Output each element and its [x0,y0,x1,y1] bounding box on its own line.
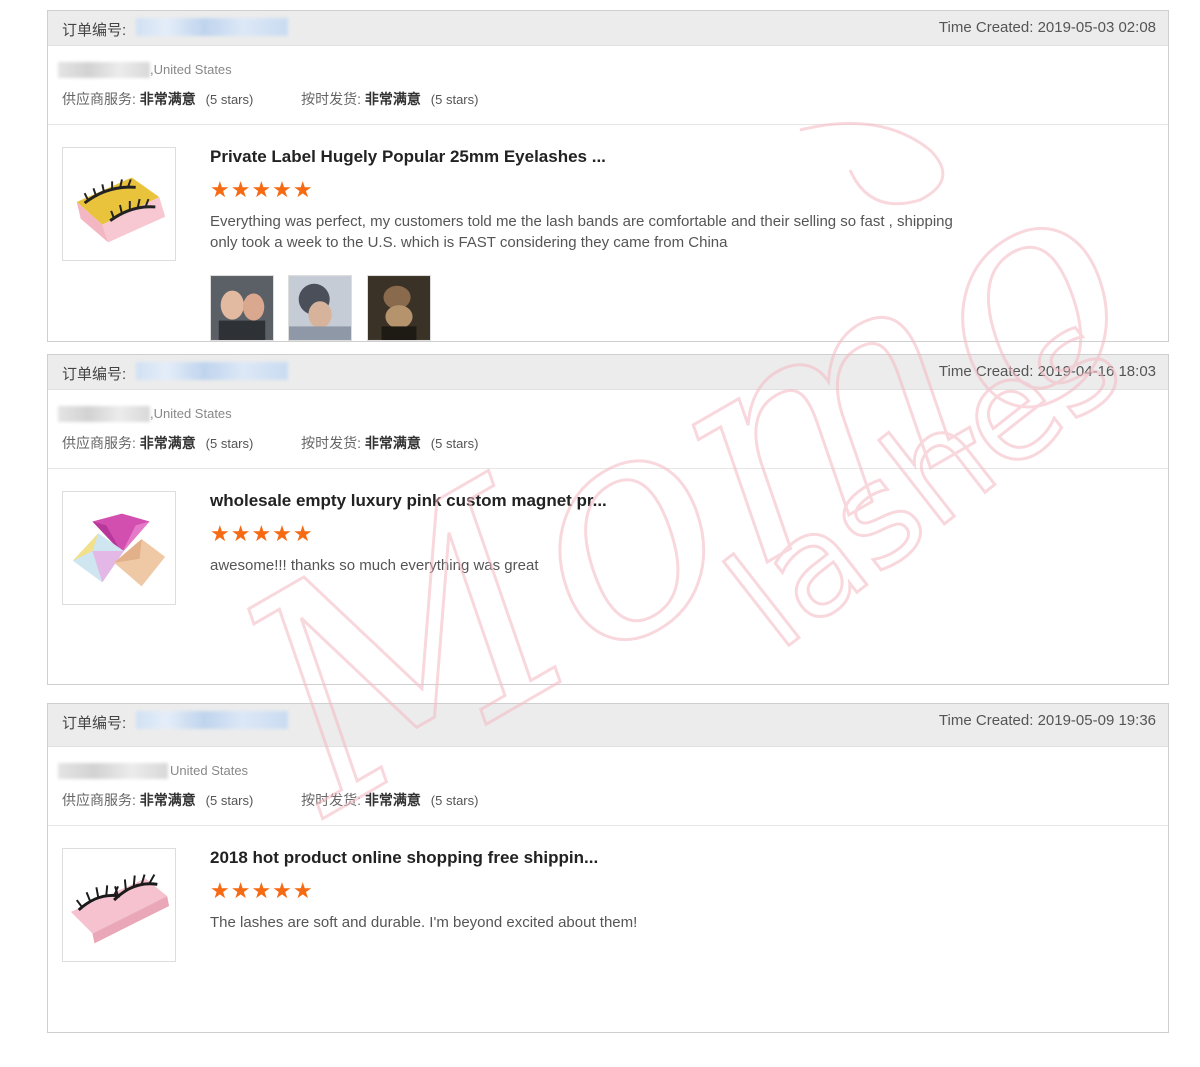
order-header: 订单编号: Time Created: 2019-04-16 18:03 [48,355,1168,390]
shipping-stars: (5 stars) [430,436,479,451]
seller-ratings: 供应商服务: 非常满意 (5 stars) 按时发货: 非常满意 (5 star… [62,433,478,453]
order-number-redacted [136,711,288,729]
shipping-value: 非常满意 [364,435,421,451]
review-card-2: 订单编号: Time Created: 2019-04-16 18:03 ,Un… [47,354,1169,685]
buyer-name-redacted [58,62,150,78]
supplier-service-value: 非常满意 [139,435,196,451]
supplier-service-label: 供应商服务: [62,435,136,451]
product-title-link[interactable]: Private Label Hugely Popular 25mm Eyelas… [210,147,606,167]
supplier-service-label: 供应商服务: [62,792,136,808]
rating-stars: ★★★★★ [210,878,314,903]
order-number-redacted [136,18,288,36]
seller-ratings: 供应商服务: 非常满意 (5 stars) 按时发货: 非常满意 (5 star… [62,790,478,810]
buyer-country: ,United States [150,62,232,77]
review-photos [210,275,441,341]
shipping-value: 非常满意 [364,91,421,107]
lash-box-gold-icon [76,177,166,243]
rating-stars: ★★★★★ [210,177,314,202]
time-created: Time Created: 2019-05-09 19:36 [938,712,1156,729]
shipping-stars: (5 stars) [430,793,479,808]
shipping-label: 按时发货: [301,792,362,808]
shipping-stars: (5 stars) [430,92,479,107]
selfie-photo-icon [211,276,273,340]
group-photo-icon [367,276,430,340]
buyer-country: ,United States [150,406,232,421]
buyer-name-redacted [58,763,168,779]
order-number-label: 订单编号: [62,715,127,732]
order-header: 订单编号: Time Created: 2019-05-09 19:36 [48,704,1168,747]
review-card-1: 订单编号: Time Created: 2019-05-03 02:08 ,Un… [47,10,1169,342]
car-selfie-photo-icon [289,276,352,340]
buyer-info: United States 供应商服务: 非常满意 (5 stars) 按时发货… [48,747,1168,826]
buyer-country: United States [170,763,249,778]
review-card-3: 订单编号: Time Created: 2019-05-09 19:36 Uni… [47,703,1169,1033]
review-photo-1[interactable] [210,275,274,341]
lash-box-pink-icon [70,874,170,944]
shipping-label: 按时发货: [301,435,362,451]
buyer-name-redacted [58,406,150,422]
order-number-label: 订单编号: [62,22,127,39]
supplier-service-label: 供应商服务: [62,91,136,107]
shipping-label: 按时发货: [301,91,362,107]
order-header: 订单编号: Time Created: 2019-05-03 02:08 [48,11,1168,46]
supplier-service-stars: (5 stars) [205,436,254,451]
review-text: Everything was perfect, my customers tol… [210,213,953,251]
order-number-redacted [136,362,288,380]
product-thumbnail[interactable] [62,147,176,261]
seller-ratings: 供应商服务: 非常满意 (5 stars) 按时发货: 非常满意 (5 star… [62,89,478,109]
buyer-info: ,United States 供应商服务: 非常满意 (5 stars) 按时发… [48,46,1168,125]
review-photo-2[interactable] [288,275,353,341]
review-text: awesome!!! thanks so much everything was… [210,557,539,574]
supplier-service-value: 非常满意 [139,792,196,808]
review-photo-3[interactable] [366,275,431,341]
supplier-service-stars: (5 stars) [205,92,254,107]
time-created: Time Created: 2019-05-03 02:08 [938,19,1156,36]
product-title-link[interactable]: wholesale empty luxury pink custom magne… [210,491,607,511]
buyer-info: ,United States 供应商服务: 非常满意 (5 stars) 按时发… [48,390,1168,469]
shipping-value: 非常满意 [364,792,421,808]
review-text: The lashes are soft and durable. I'm bey… [210,914,638,931]
diamond-box-icon [72,513,166,587]
product-thumbnail[interactable] [62,491,176,605]
product-title-link[interactable]: 2018 hot product online shopping free sh… [210,848,598,868]
order-number-label: 订单编号: [62,366,127,383]
time-created: Time Created: 2019-04-16 18:03 [938,363,1156,380]
rating-stars: ★★★★★ [210,521,314,546]
product-thumbnail[interactable] [62,848,176,962]
supplier-service-value: 非常满意 [139,91,196,107]
supplier-service-stars: (5 stars) [205,793,254,808]
